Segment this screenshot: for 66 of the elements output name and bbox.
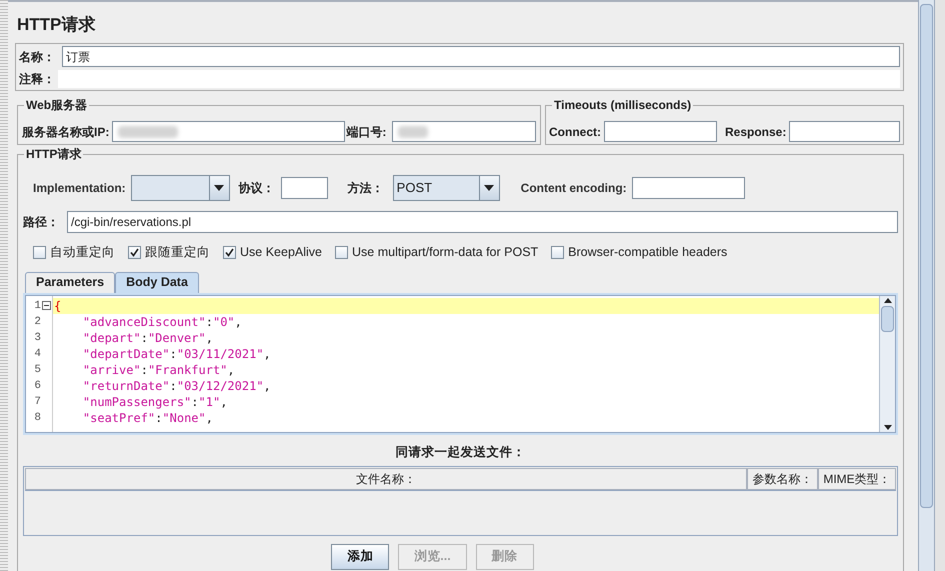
collapse-icon[interactable] (42, 301, 51, 310)
code-line: "returnDate":"03/12/2021", (82, 378, 272, 394)
field-label: 名称： (19, 48, 56, 66)
code-line: "numPassengers":"1", (82, 394, 228, 410)
check-icon (225, 248, 234, 257)
field-label: 协议： (238, 180, 275, 197)
action-button[interactable]: 添加 (331, 544, 390, 570)
section-title: 同请求一起发送文件： (394, 444, 526, 461)
dropdown[interactable]: POST (392, 175, 500, 201)
code-line: "arrive":"Frankfurt", (82, 362, 236, 378)
code-line: "seatPref":"None", (82, 410, 214, 426)
field-label: 端口号: (346, 124, 386, 140)
caret-icon (214, 185, 224, 191)
field-label: 路径： (23, 214, 60, 231)
scroll-up-icon[interactable] (884, 298, 892, 303)
panel-title: HTTP请求 (17, 14, 96, 36)
protocol-field[interactable] (280, 177, 328, 199)
group-title: HTTP请求 (24, 146, 84, 162)
caret-icon (484, 185, 494, 191)
response-field[interactable] (789, 121, 900, 142)
column-header[interactable]: MIME类型： (818, 468, 896, 490)
line-number: 7 (34, 394, 41, 410)
line-number: 2 (34, 314, 41, 330)
encoding-field[interactable] (632, 177, 745, 199)
field-label: 注释： (19, 70, 56, 88)
checkbox[interactable]: Browser-compatible headers (551, 243, 728, 262)
code-editor[interactable]: 1 2 3 4 5 6 7 8 { "advanceDiscount":"0", "depart":"Denver", "departDate":"03/11/2021", "arrive":"Frankfurt", "returnDate":"03/12/2021", "numPassengers":"1", "seatPref":"None", (23, 292, 898, 435)
checkbox[interactable]: 跟随重定向 (128, 243, 210, 262)
group-title: Timeouts (milliseconds) (552, 97, 694, 113)
line-number: 1 (34, 298, 41, 314)
line-number: 8 (34, 410, 41, 426)
port-field[interactable] (392, 121, 536, 142)
tab[interactable]: Parameters (25, 272, 116, 293)
server-field[interactable] (112, 121, 346, 142)
code-line: "advanceDiscount":"0", (82, 314, 243, 330)
scrollbar-thumb[interactable] (881, 306, 894, 332)
field-label: Implementation: (33, 180, 126, 197)
column-header[interactable]: 文件名称： (25, 468, 747, 490)
scrollbar[interactable] (918, 0, 935, 571)
field-label: 方法： (348, 180, 384, 197)
tab[interactable]: Body Data (115, 272, 199, 293)
group-title: Web服务器 (24, 97, 90, 113)
field-label: Content encoding: (520, 180, 627, 197)
line-number: 3 (34, 330, 41, 346)
field-label: Connect: (549, 124, 601, 140)
checkbox[interactable]: Use KeepAlive (223, 243, 322, 262)
column-header[interactable]: 参数名称： (747, 468, 818, 490)
field-label: Response: (725, 124, 786, 140)
checkbox[interactable]: 自动重定向 (33, 243, 115, 262)
scroll-down-icon[interactable] (884, 424, 892, 430)
name-field[interactable]: 订票 (62, 46, 900, 67)
scrollbar[interactable] (879, 296, 895, 432)
check-icon (130, 248, 139, 257)
code-line: "depart":"Denver", (82, 330, 214, 346)
code-line: "departDate":"03/11/2021", (82, 346, 272, 362)
dropdown[interactable] (130, 175, 230, 201)
checkbox[interactable]: Use multipart/form-data for POST (335, 243, 538, 262)
field-label: 服务器名称或IP: (22, 124, 110, 140)
line-number: 4 (34, 346, 41, 362)
redacted-mark (118, 126, 178, 138)
line-number: 6 (34, 378, 41, 394)
redacted-mark (398, 126, 428, 138)
scrollbar-thumb[interactable] (920, 4, 933, 508)
connect-field[interactable] (604, 121, 717, 142)
line-number: 5 (34, 362, 41, 378)
path-field[interactable]: /cgi-bin/reservations.pl (67, 211, 898, 233)
